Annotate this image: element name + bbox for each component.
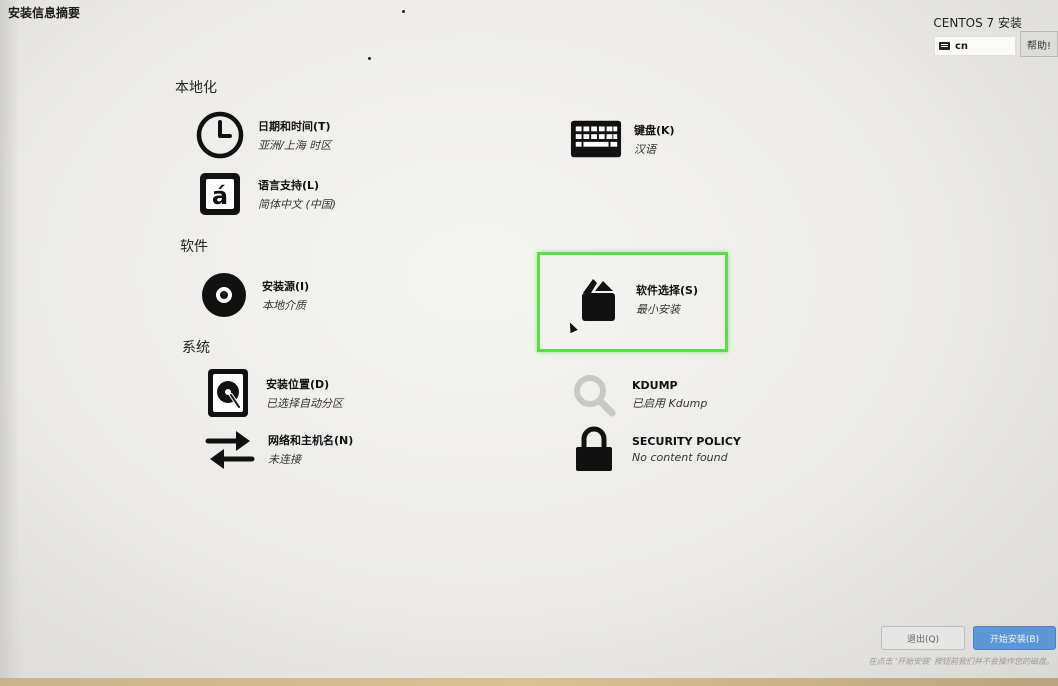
- screen-speck: [402, 10, 405, 13]
- spoke-install-source-status: 本地介质: [262, 298, 306, 312]
- begin-installation-button[interactable]: 开始安装(B): [973, 626, 1056, 650]
- product-title: CENTOS 7 安装: [933, 16, 1022, 30]
- spoke-install-source-name: 安装源(I): [262, 279, 310, 293]
- screen-bottom-edge: [0, 678, 1058, 686]
- spoke-software-selection-status: 最小安装: [636, 302, 680, 316]
- spoke-language[interactable]: á 语言支持(L) 简体中文 (中国): [194, 169, 336, 219]
- clock-icon: [194, 110, 246, 160]
- layout-code: cn: [955, 40, 969, 52]
- screen-speck: [368, 57, 371, 60]
- spoke-install-destination-status: 已选择自动分区: [266, 396, 343, 410]
- spoke-keyboard[interactable]: 键盘(K) 汉语: [570, 114, 675, 164]
- spoke-security-policy-name: SECURITY POLICY: [632, 434, 741, 448]
- page-title: 安装信息摘要: [8, 6, 81, 20]
- spoke-network-name: 网络和主机名(N): [268, 433, 354, 447]
- spoke-install-destination[interactable]: 安装位置(D) 已选择自动分区: [202, 368, 343, 418]
- keyboard-icon: [939, 42, 950, 50]
- disc-icon: [198, 270, 250, 320]
- footer-hint: 在点击 '开始安装' 按钮前我们并不会操作您的磁盘。: [868, 657, 1054, 666]
- spoke-keyboard-name: 键盘(K): [634, 123, 675, 137]
- spoke-software-selection[interactable]: 软件选择(S) 最小安装: [572, 274, 698, 324]
- spoke-security-policy-status: No content found: [632, 450, 728, 464]
- svg-text:á: á: [212, 182, 228, 210]
- spoke-kdump[interactable]: KDUMP 已启用 Kdump: [568, 370, 707, 420]
- network-arrows-icon: [204, 424, 256, 474]
- spoke-install-destination-name: 安装位置(D): [266, 377, 330, 391]
- spoke-language-status: 简体中文 (中国): [258, 197, 337, 211]
- spoke-keyboard-status: 汉语: [634, 142, 656, 156]
- spoke-kdump-status: 已启用 Kdump: [632, 397, 708, 410]
- magnifier-icon: [568, 370, 620, 420]
- keyboard-layout-indicator[interactable]: cn: [934, 36, 1016, 56]
- help-button[interactable]: 帮助!: [1020, 31, 1058, 57]
- lock-icon: [568, 424, 620, 474]
- screen-edge: [0, 0, 20, 686]
- keyboard-icon: [570, 114, 622, 164]
- quit-button[interactable]: 退出(Q): [881, 626, 965, 650]
- spoke-network[interactable]: 网络和主机名(N) 未连接: [204, 424, 353, 474]
- spoke-language-name: 语言支持(L): [258, 178, 320, 192]
- hard-drive-icon: [202, 368, 254, 418]
- section-localization: 本地化: [175, 80, 217, 96]
- section-software: 软件: [180, 239, 208, 255]
- spoke-software-selection-name: 软件选择(S): [636, 283, 698, 297]
- spoke-datetime-status: 亚洲/上海 时区: [258, 138, 332, 152]
- section-system: 系统: [182, 340, 210, 356]
- spoke-install-source[interactable]: 安装源(I) 本地介质: [198, 270, 309, 320]
- package-icon: [572, 274, 624, 324]
- spoke-kdump-name: KDUMP: [632, 379, 678, 392]
- spoke-datetime-name: 日期和时间(T): [258, 119, 331, 133]
- spoke-network-status: 未连接: [268, 452, 301, 466]
- language-icon: á: [194, 169, 246, 219]
- spoke-datetime[interactable]: 日期和时间(T) 亚洲/上海 时区: [194, 110, 331, 160]
- spoke-security-policy[interactable]: SECURITY POLICY No content found: [568, 424, 741, 474]
